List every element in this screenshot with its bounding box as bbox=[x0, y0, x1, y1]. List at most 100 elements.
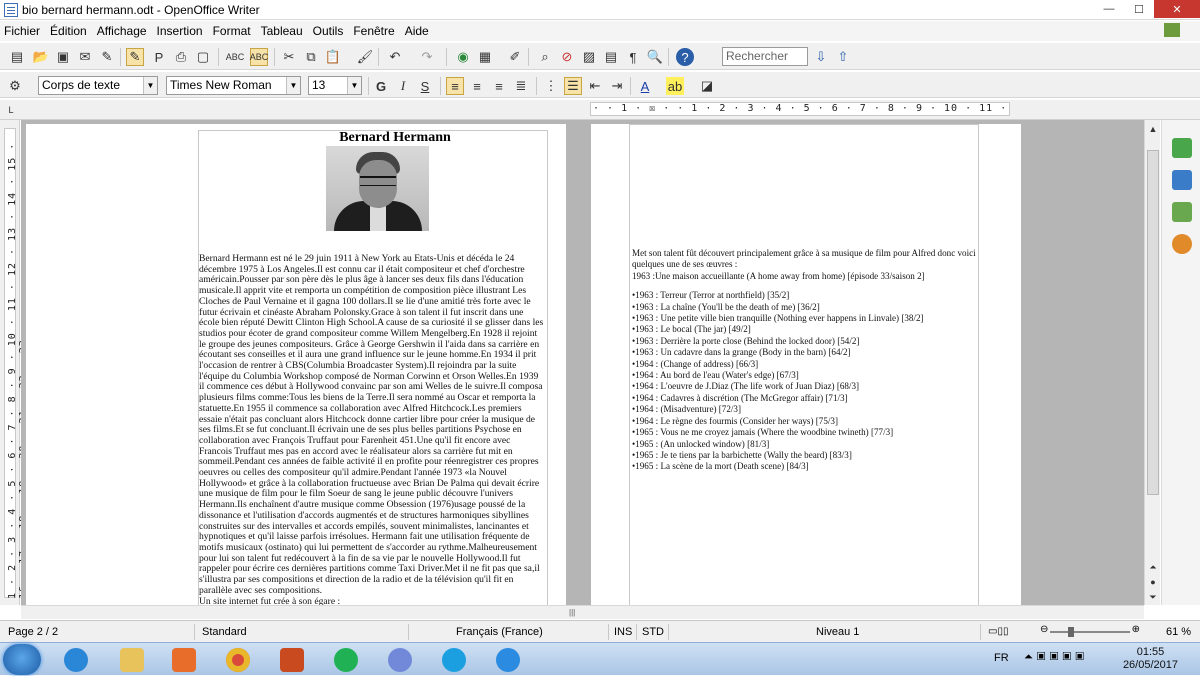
scrollbar-grip-icon[interactable]: ||| bbox=[569, 608, 575, 617]
horizontal-ruler[interactable]: L · · 1 · ☒ · · 1 · 2 · 3 · 4 · 5 · 6 · … bbox=[0, 100, 1200, 120]
zoom-level[interactable]: 61 % bbox=[1166, 626, 1191, 638]
edit-mode-icon[interactable]: ✎ bbox=[126, 48, 144, 66]
find-previous-icon[interactable]: ⇧ bbox=[834, 48, 852, 66]
font-size-select[interactable]: 13 ▼ bbox=[308, 76, 362, 95]
update-icon[interactable] bbox=[1164, 23, 1180, 37]
navigator-icon[interactable]: ⊘ bbox=[558, 48, 576, 66]
paragraph-style-select[interactable]: Corps de texte ▼ bbox=[38, 76, 158, 95]
menu-fichier[interactable]: Fichier bbox=[4, 24, 40, 38]
background-color-icon[interactable]: ◪ bbox=[698, 77, 716, 95]
skype-icon[interactable] bbox=[434, 645, 474, 674]
italic-button[interactable]: I bbox=[394, 77, 412, 95]
numbering-icon[interactable]: ⋮ bbox=[542, 77, 560, 95]
scrollbar-thumb[interactable] bbox=[1147, 150, 1159, 495]
edit-file-icon[interactable]: ✎ bbox=[98, 48, 116, 66]
menu-aide[interactable]: Aide bbox=[405, 24, 429, 38]
page-style[interactable]: Standard bbox=[202, 626, 247, 638]
clock[interactable]: 01:55 26/05/2017 bbox=[1123, 646, 1178, 672]
media-player-icon[interactable] bbox=[164, 645, 204, 674]
zoom-knob[interactable] bbox=[1068, 627, 1074, 637]
gallery-icon[interactable]: ▨ bbox=[580, 48, 598, 66]
formatting-marks-icon[interactable]: ¶ bbox=[624, 48, 642, 66]
language-status[interactable]: Français (France) bbox=[456, 626, 543, 638]
close-button[interactable]: ✕ bbox=[1154, 0, 1200, 18]
windows-start-icon[interactable] bbox=[3, 644, 41, 675]
underline-button[interactable]: S bbox=[416, 77, 434, 95]
save-icon[interactable]: ▣ bbox=[54, 48, 72, 66]
vertical-ruler[interactable]: 1 · 2 · 3 · 4 · 5 · 6 · 7 · 8 · 9 · 10 ·… bbox=[0, 120, 29, 605]
font-name-select[interactable]: Times New Roman ▼ bbox=[166, 76, 301, 95]
find-replace-icon[interactable]: ⌕ bbox=[536, 48, 554, 66]
properties-icon[interactable] bbox=[1172, 138, 1192, 158]
portrait-photo[interactable] bbox=[326, 146, 429, 231]
bullets-icon[interactable]: ☰ bbox=[564, 77, 582, 95]
input-language[interactable]: FR bbox=[994, 652, 1009, 664]
styles-icon[interactable] bbox=[1172, 170, 1192, 190]
menu-tableau[interactable]: Tableau bbox=[261, 24, 303, 38]
filmography-list[interactable]: Met son talent fût découvert principalem… bbox=[632, 248, 977, 473]
scroll-up-icon[interactable]: ▲ bbox=[1145, 122, 1161, 136]
paste-icon[interactable]: 📋 bbox=[324, 48, 342, 66]
chrome-icon[interactable] bbox=[218, 645, 258, 674]
page-1[interactable]: Bernard Hermann Bernard Hermann est né l… bbox=[26, 124, 566, 605]
email-icon[interactable]: ✉ bbox=[76, 48, 94, 66]
autospellcheck-icon[interactable]: ABC bbox=[250, 48, 268, 66]
zoom-slider[interactable]: ⊖ ⊕ bbox=[1040, 624, 1140, 637]
search-input[interactable]: Rechercher bbox=[722, 47, 808, 66]
print-preview-icon[interactable]: ▢ bbox=[194, 48, 212, 66]
menu-affichage[interactable]: Affichage bbox=[97, 24, 147, 38]
justify-icon[interactable]: ≣ bbox=[512, 77, 530, 95]
table-icon[interactable]: ▦ bbox=[476, 48, 494, 66]
spotify-icon[interactable] bbox=[326, 645, 366, 674]
redo-icon[interactable]: ↷ bbox=[418, 48, 436, 66]
next-page-icon[interactable]: ⏷ bbox=[1145, 590, 1161, 604]
navigation-icon[interactable]: ● bbox=[1145, 575, 1161, 589]
decrease-indent-icon[interactable]: ⇤ bbox=[586, 77, 604, 95]
insert-mode[interactable]: INS bbox=[614, 626, 632, 638]
openoffice-icon[interactable] bbox=[488, 645, 528, 674]
document-canvas[interactable]: Bernard Hermann Bernard Hermann est né l… bbox=[21, 120, 1144, 605]
maximize-button[interactable]: ☐ bbox=[1124, 0, 1154, 18]
highlight-icon[interactable]: ab bbox=[666, 77, 684, 95]
new-document-icon[interactable]: ▤ bbox=[8, 48, 26, 66]
align-center-icon[interactable]: ≡ bbox=[468, 77, 486, 95]
gallery-sidebar-icon[interactable] bbox=[1172, 202, 1192, 222]
spellcheck-icon[interactable]: ABC bbox=[226, 48, 245, 66]
ie-icon[interactable] bbox=[56, 645, 96, 674]
help-icon[interactable]: ? bbox=[676, 48, 694, 66]
previous-page-icon[interactable]: ⏶ bbox=[1145, 560, 1161, 574]
zoom-icon[interactable]: 🔍 bbox=[646, 48, 664, 66]
format-paintbrush-icon[interactable]: 🖌 bbox=[356, 48, 374, 66]
minimize-button[interactable]: — bbox=[1094, 0, 1124, 18]
menu-format[interactable]: Format bbox=[213, 24, 251, 38]
biography-text[interactable]: Bernard Hermann est né le 29 juin 1911 à… bbox=[199, 254, 545, 605]
explorer-icon[interactable] bbox=[112, 645, 152, 674]
align-left-icon[interactable]: ≡ bbox=[446, 77, 464, 95]
tab-stop-icon[interactable]: L bbox=[2, 101, 20, 119]
navigator-sidebar-icon[interactable] bbox=[1172, 234, 1192, 254]
zoom-out-icon[interactable]: ⊖ bbox=[1040, 624, 1048, 635]
undo-icon[interactable]: ↶ bbox=[386, 48, 404, 66]
copy-icon[interactable]: ⧉ bbox=[302, 48, 320, 66]
menu-insertion[interactable]: Insertion bbox=[157, 24, 203, 38]
selection-mode[interactable]: STD bbox=[642, 626, 664, 638]
zoom-in-icon[interactable]: ⊕ bbox=[1132, 624, 1140, 635]
menu-outils[interactable]: Outils bbox=[313, 24, 344, 38]
menu-fenetre[interactable]: Fenêtre bbox=[353, 24, 394, 38]
data-sources-icon[interactable]: ▤ bbox=[602, 48, 620, 66]
writer-task-icon[interactable] bbox=[272, 645, 312, 674]
print-icon[interactable]: ⎙ bbox=[172, 48, 190, 66]
styles-formatting-icon[interactable]: ⚙ bbox=[6, 77, 24, 95]
font-color-icon[interactable]: A bbox=[636, 77, 654, 95]
align-right-icon[interactable]: ≡ bbox=[490, 77, 508, 95]
hyperlink-icon[interactable]: ◉ bbox=[454, 48, 472, 66]
cut-icon[interactable]: ✂ bbox=[280, 48, 298, 66]
vertical-scrollbar[interactable]: ▲ ⏶ ● ⏷ bbox=[1144, 120, 1160, 605]
bold-button[interactable]: G bbox=[372, 77, 390, 95]
view-layout-icon[interactable]: ▭▯▯ bbox=[988, 626, 1008, 637]
find-next-icon[interactable]: ⇩ bbox=[812, 48, 830, 66]
discord-icon[interactable] bbox=[380, 645, 420, 674]
tray-icons[interactable]: ⏶▣▣▣▣ bbox=[1024, 651, 1088, 664]
increase-indent-icon[interactable]: ⇥ bbox=[608, 77, 626, 95]
open-icon[interactable]: 📂 bbox=[32, 48, 50, 66]
